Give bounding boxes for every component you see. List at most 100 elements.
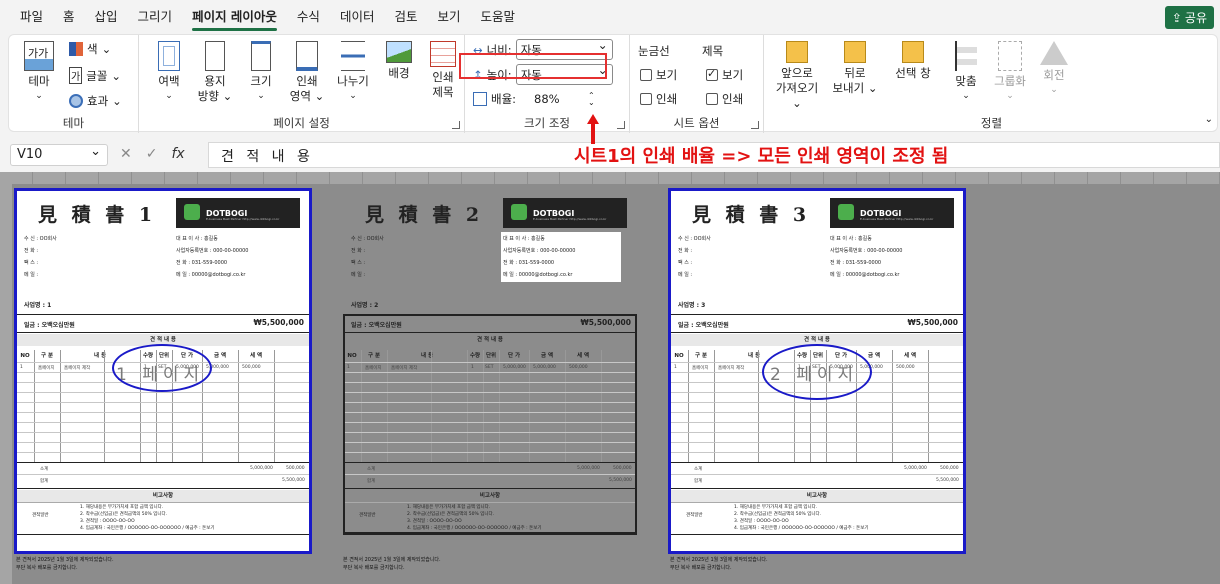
page-footer-line: 무단 복사 배포를 금지합니다. — [670, 565, 732, 571]
sheet-page-break-preview[interactable]: 見 積 書 1 DOTBOGI E-business Best Partner ht… — [0, 172, 1220, 584]
tab-view[interactable]: 보기 — [427, 0, 470, 34]
column-header[interactable] — [626, 172, 660, 184]
column-header[interactable] — [956, 172, 990, 184]
column-header[interactable] — [99, 172, 132, 184]
supplier-field: 전 화 : 031-559-0000 — [503, 260, 555, 266]
column-header[interactable] — [890, 172, 924, 184]
page-footer-line: 본 견적서 2025년 1월 3일에 제작되었습니다. — [343, 557, 441, 563]
column-header[interactable] — [824, 172, 858, 184]
page-setup-launcher-icon[interactable] — [452, 121, 460, 129]
column-header[interactable] — [330, 172, 363, 184]
column-header[interactable] — [231, 172, 264, 184]
align-button[interactable]: 맞춤 ⌄ — [944, 39, 988, 104]
share-button[interactable]: ⇪ 공유 — [1164, 6, 1214, 29]
column-header[interactable] — [462, 172, 495, 184]
column-header[interactable] — [560, 172, 594, 184]
group-scale-to-fit: ↔너비:자동 ↕높이:자동 배율:88%⌃⌄ 크기 조정 — [465, 35, 630, 133]
themes-button[interactable]: 가가 테마 ⌄ — [17, 39, 61, 104]
project-name: 사업명 : 2 — [351, 302, 379, 309]
print-area-button[interactable]: 인쇄 영역 ⌄ — [285, 39, 329, 104]
headings-print-checkbox[interactable]: 인쇄 — [706, 91, 743, 107]
colors-button[interactable]: 색 ⌄ — [69, 41, 111, 57]
tab-review[interactable]: 검토 — [384, 0, 427, 34]
scale-spinner[interactable]: ⌃ ⌄ — [588, 92, 595, 107]
tab-data[interactable]: 데이터 — [330, 0, 385, 34]
annotation-arrow — [587, 114, 599, 144]
bring-forward-button[interactable]: 앞으로 가져오기 ⌄ — [772, 39, 822, 111]
tab-formulas[interactable]: 수식 — [287, 0, 330, 34]
column-header[interactable] — [396, 172, 429, 184]
tab-file[interactable]: 파일 — [10, 0, 53, 34]
fonts-button[interactable]: 가 글꼴 ⌄ — [69, 67, 121, 84]
column-header[interactable] — [725, 172, 759, 184]
name-box[interactable]: V10 — [10, 144, 108, 166]
gridlines-print-checkbox[interactable]: 인쇄 — [640, 91, 677, 107]
column-header[interactable] — [528, 172, 561, 184]
size-icon — [251, 41, 271, 71]
column-header[interactable] — [297, 172, 330, 184]
column-header[interactable] — [1187, 172, 1220, 184]
column-header[interactable] — [758, 172, 792, 184]
column-header[interactable] — [857, 172, 891, 184]
effects-icon — [69, 94, 83, 108]
column-header[interactable] — [1088, 172, 1121, 184]
enter-icon[interactable]: ✓ — [146, 146, 158, 162]
column-header[interactable] — [923, 172, 957, 184]
column-header[interactable] — [66, 172, 99, 184]
size-button[interactable]: 크기 ⌄ — [239, 39, 283, 104]
column-header[interactable] — [1055, 172, 1088, 184]
group-label-page-setup: 페이지 설정 — [273, 116, 330, 130]
tab-help[interactable]: 도움말 — [470, 0, 525, 34]
page-2[interactable]: 見 積 書 2 DOTBOGI E-business Best Partner ht… — [343, 190, 637, 554]
column-header[interactable] — [264, 172, 297, 184]
margins-button[interactable]: 여백 ⌄ — [147, 39, 191, 104]
breaks-icon — [341, 41, 365, 71]
colors-icon — [69, 42, 83, 56]
column-header[interactable] — [659, 172, 693, 184]
selection-pane-icon — [902, 41, 924, 63]
column-header[interactable] — [495, 172, 528, 184]
tab-draw[interactable]: 그리기 — [128, 0, 183, 34]
group-button[interactable]: 그룹화 ⌄ — [988, 39, 1032, 104]
column-header[interactable] — [132, 172, 165, 184]
column-header[interactable] — [1022, 172, 1055, 184]
column-header[interactable] — [429, 172, 462, 184]
rotate-button[interactable]: 회전 ⌄ — [1032, 39, 1076, 98]
scale-launcher-icon[interactable] — [617, 121, 625, 129]
scale-input[interactable]: 88% — [534, 92, 584, 106]
sheet-options-launcher-icon[interactable] — [751, 121, 759, 129]
group-arrange: 앞으로 가져오기 ⌄ 뒤로 보내기 ⌄ 선택 창 맞춤 ⌄ 그룹화 ⌄ 회전 ⌄ 정렬 — [764, 35, 1219, 133]
column-header[interactable] — [593, 172, 627, 184]
effects-button[interactable]: 효과 ⌄ — [69, 93, 122, 109]
fx-icon[interactable]: fx — [171, 146, 184, 162]
column-header[interactable] — [165, 172, 198, 184]
column-header[interactable] — [33, 172, 66, 184]
selection-pane-button[interactable]: 선택 창 — [888, 39, 938, 81]
tab-insert[interactable]: 삽입 — [85, 0, 128, 34]
orientation-button[interactable]: 용지 방향 ⌄ — [193, 39, 237, 104]
supplier-field: 대 표 이 사 : 홍길동 — [503, 236, 545, 242]
column-header[interactable] — [1154, 172, 1187, 184]
rotate-icon — [1040, 41, 1068, 65]
column-header[interactable] — [1121, 172, 1154, 184]
group-label-arrange: 정렬 — [980, 116, 1003, 130]
collapse-ribbon-icon[interactable]: ⌄ — [1205, 114, 1213, 125]
column-header[interactable] — [0, 172, 33, 184]
breaks-button[interactable]: 나누기 ⌄ — [331, 39, 375, 104]
gridlines-label: 눈금선 — [638, 44, 670, 58]
send-backward-button[interactable]: 뒤로 보내기 ⌄ — [830, 39, 880, 96]
headings-view-checkbox[interactable]: 보기 — [706, 67, 743, 83]
column-header[interactable] — [692, 172, 726, 184]
column-header[interactable] — [363, 172, 396, 184]
bring-forward-icon — [786, 41, 808, 63]
column-header[interactable] — [198, 172, 231, 184]
tab-page-layout[interactable]: 페이지 레이아웃 — [182, 0, 287, 34]
background-icon — [386, 41, 412, 63]
gridlines-view-checkbox[interactable]: 보기 — [640, 67, 677, 83]
column-header[interactable] — [989, 172, 1023, 184]
tab-home[interactable]: 홈 — [53, 0, 85, 34]
column-header[interactable] — [791, 172, 825, 184]
print-area-icon — [296, 41, 318, 71]
background-button[interactable]: 배경 — [377, 39, 421, 81]
cancel-icon[interactable]: ✕ — [120, 146, 132, 162]
